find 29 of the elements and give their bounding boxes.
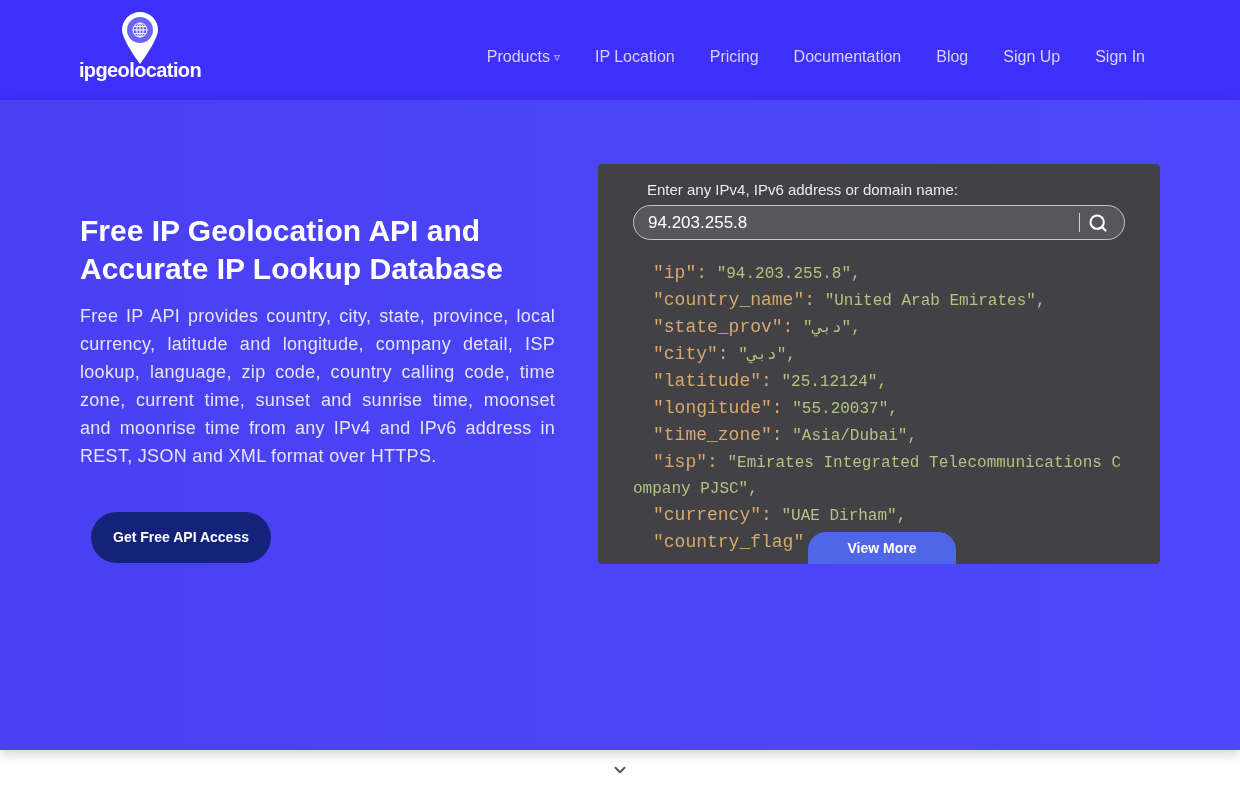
code-line: "longitude": "55.20037",: [652, 397, 898, 420]
nav-link[interactable]: Documentation: [793, 48, 902, 66]
input-label: Enter any IPv4, IPv6 address or domain name:: [646, 181, 959, 199]
nav-link[interactable]: Blog: [936, 48, 969, 66]
logo-link[interactable]: ipgeolocation: [80, 12, 200, 80]
search-icon: [1088, 212, 1108, 233]
caret-icon: ▿: [553, 48, 560, 66]
code-line: "country_flag": [652, 531, 805, 554]
hero-description: Free IP API provides country, city, state, province, local currency, latitude and longitude, company detail, ISP lookup, language, zip code, country calling code, time zone, current time, sunset and sunrise time, moonset and moonrise time from any IPv4 and IPv6 address in REST, JSON and XML format over HTTPS.: [80, 305, 555, 468]
code-line: "country_name": "United Arab Emirates",: [652, 289, 1046, 312]
nav-link[interactable]: Pricing: [709, 48, 759, 66]
logo-text: ipgeolocation: [78, 60, 202, 80]
map-pin-globe-icon: [122, 12, 158, 64]
hero-heading: Free IP Geolocation API and Accurate IP Lookup Database: [80, 213, 504, 287]
search-bar[interactable]: 94.203.255.8: [633, 205, 1125, 240]
code-line: "currency": "UAE Dirham",: [652, 504, 907, 527]
nav-link[interactable]: Sign Up: [1003, 48, 1061, 66]
code-line: "latitude": "25.12124",: [652, 370, 888, 393]
code-line: "ip": "94.203.255.8",: [652, 262, 861, 285]
nav-link[interactable]: Sign In: [1095, 48, 1145, 66]
view-more-button[interactable]: View More: [808, 532, 956, 564]
nav-link[interactable]: IP Location: [594, 48, 675, 66]
code-line: "time_zone": "Asia/Dubai",: [652, 424, 918, 447]
nav-link[interactable]: Products ▿: [486, 48, 560, 66]
nav-label: Products: [486, 48, 550, 66]
ip-address-input[interactable]: 94.203.255.8: [648, 209, 1079, 236]
search-button[interactable]: [1088, 212, 1108, 233]
get-api-access-button[interactable]: Get Free API Access: [91, 512, 271, 563]
code-line: "isp": "Emirates Integrated Telecommunications Company PJSC",: [633, 451, 1123, 500]
